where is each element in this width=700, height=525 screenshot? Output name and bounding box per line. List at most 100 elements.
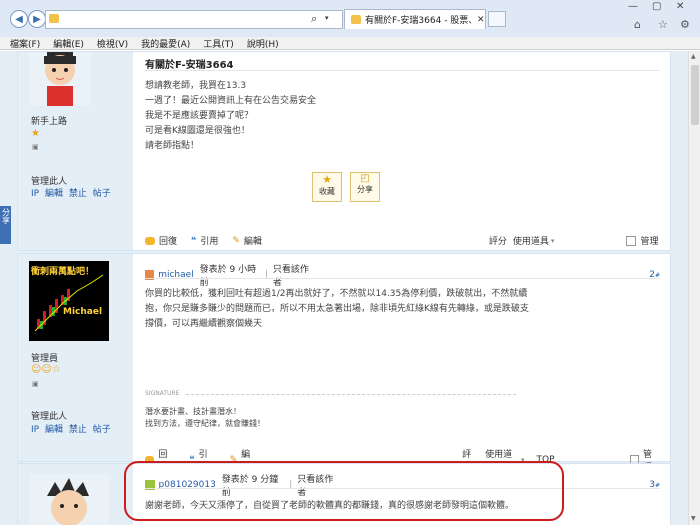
quote-link[interactable]: 引用 bbox=[200, 234, 218, 247]
post-2-header: michael 發表於 9 小時前 | 只看該作者 2 # bbox=[145, 262, 660, 288]
avatar: 衝刺兩萬點吧！ Michael bbox=[29, 261, 109, 341]
manage-ban-link[interactable]: 禁止 bbox=[69, 189, 87, 199]
avatar-caption: 衝刺兩萬點吧！ bbox=[31, 267, 95, 277]
post-1: 新手上路 ★ ▣ 管理此人 IP 編輯 禁止 帖子 有關於F-安瑞3664 想請… bbox=[17, 51, 671, 251]
manage-links: IP 編輯 禁止 帖子 bbox=[31, 186, 111, 199]
vertical-scrollbar[interactable]: ▲ ▼ bbox=[688, 51, 700, 525]
search-icon[interactable]: ⌕ bbox=[311, 12, 317, 26]
avatar-cartoon-icon bbox=[47, 478, 89, 525]
signature-line: 找到方法，遵守紀律，就會賺錢！ bbox=[145, 419, 265, 428]
post-2: 衝刺兩萬點吧！ Michael 管理員 ☺☺☆ ▣ 管理此人 IP 編輯 禁止 … bbox=[17, 253, 671, 473]
share-side-tab[interactable]: 分享 bbox=[0, 206, 11, 244]
manage-ip-link[interactable]: IP bbox=[31, 425, 39, 435]
post-1-line: 可是看K線圖還是很強也！ bbox=[145, 126, 250, 136]
manage-links: IP 編輯 禁止 帖子 bbox=[31, 422, 111, 435]
new-tab-button[interactable] bbox=[488, 11, 506, 27]
tools-link[interactable]: 使用道具 bbox=[513, 234, 549, 247]
menu-bar: 檔案(F) 編輯(E) 檢視(V) 我的最愛(A) 工具(T) 說明(H) bbox=[0, 37, 700, 50]
share-button[interactable]: ◰ 分享 bbox=[350, 172, 380, 202]
collect-star-icon: ★ bbox=[322, 173, 332, 186]
star-icon: ★ bbox=[31, 128, 40, 139]
signature-line: 潛水要計畫、技計畫潛水！ bbox=[145, 407, 241, 416]
menu-edit[interactable]: 編輯(E) bbox=[53, 37, 84, 50]
gear-icon[interactable]: ⚙ bbox=[680, 18, 690, 31]
post-1-body: 想請教老師，我買在13.3 一週了！最近公開資訊上有在公告交易安全 我是不是應該… bbox=[145, 79, 660, 154]
back-button[interactable]: ◀ bbox=[10, 10, 28, 28]
address-bar[interactable]: ⌕ ▾ bbox=[45, 10, 343, 29]
edit-pencil-icon: ✎ bbox=[232, 235, 240, 246]
post-1-line: 想請教老師，我買在13.3 bbox=[145, 81, 247, 91]
thread-title: 有關於F-安瑞3664 bbox=[145, 60, 234, 71]
favorites-star-icon[interactable]: ☆ bbox=[658, 18, 668, 31]
browser-toolbar: ◀ ▶ ⌕ ▾ 有關於F-安瑞3664 - 股票、... ✕ — ▢ ✕ ⌂ ☆… bbox=[0, 0, 700, 38]
menu-help[interactable]: 說明(H) bbox=[247, 37, 279, 50]
collect-button[interactable]: ★ 收藏 bbox=[312, 172, 342, 202]
admin-label: 管理 bbox=[640, 237, 659, 247]
dropdown-icon[interactable]: ▾ bbox=[325, 14, 329, 22]
manage-user-label: 管理此人 bbox=[31, 412, 68, 422]
highlight-annotation bbox=[124, 461, 564, 521]
share-label: 分享 bbox=[357, 185, 373, 194]
scroll-thumb[interactable] bbox=[691, 65, 699, 125]
post-2-line: 抱，你只是賺多賺少的問題而已，所以不用太急著出場，除非頃先紅綠K線有先轉綠，或是… bbox=[145, 304, 529, 314]
site-favicon-icon bbox=[49, 14, 59, 23]
close-window-button[interactable]: ✕ bbox=[676, 1, 684, 12]
divider bbox=[145, 70, 660, 71]
only-author-link[interactable]: 只看該作者 bbox=[273, 262, 314, 288]
divider bbox=[145, 278, 660, 279]
manage-ban-link[interactable]: 禁止 bbox=[69, 425, 87, 435]
scroll-up-icon[interactable]: ▲ bbox=[691, 53, 696, 60]
post-1-actions: 回復 ❝ 引用 ✎ 編輯 評分 使用道具 ▾ 管理 bbox=[145, 234, 660, 247]
share-icon: ◰ bbox=[360, 173, 370, 184]
tab-title: 有關於F-安瑞3664 - 股票、... bbox=[365, 16, 473, 26]
post-2-author-panel: 衝刺兩萬點吧！ Michael 管理員 ☺☺☆ ▣ 管理此人 IP 編輯 禁止 … bbox=[18, 254, 133, 461]
tab-close-icon[interactable]: ✕ bbox=[477, 15, 485, 25]
manage-edit-link[interactable]: 編輯 bbox=[45, 189, 63, 199]
signature-divider bbox=[186, 394, 516, 395]
collect-label: 收藏 bbox=[319, 187, 335, 196]
forward-button[interactable]: ▶ bbox=[28, 10, 46, 28]
post-1-line: 請老師指點！ bbox=[145, 141, 200, 151]
page-content: 分享 新手上路 ★ ▣ 管理此人 IP 編輯 禁止 帖子 有關於F-安瑞3664… bbox=[0, 51, 688, 525]
tab-current[interactable]: 有關於F-安瑞3664 - 股票、... ✕ bbox=[344, 9, 486, 29]
medal-icon: ▣ bbox=[32, 380, 39, 388]
medal-icon: ▣ bbox=[32, 143, 39, 151]
reply-icon bbox=[145, 236, 155, 245]
post-2-body: 你買的比較低，獲利回吐有超過1/2再出就好了，不然就以14.35為停利價，跌破就… bbox=[145, 287, 663, 332]
avatar bbox=[29, 52, 91, 106]
signature-label: SIGNATURE bbox=[145, 390, 180, 397]
moderator-badges-icon: ☺☺☆ bbox=[31, 364, 61, 375]
maximize-button[interactable]: ▢ bbox=[652, 1, 661, 12]
admin-checkbox[interactable] bbox=[626, 235, 637, 246]
user-rank: 新手上路 bbox=[31, 117, 68, 127]
post-3-author-panel bbox=[18, 464, 133, 525]
post-1-line: 一週了！最近公開資訊上有在公告交易安全 bbox=[145, 96, 317, 106]
manage-posts-link[interactable]: 帖子 bbox=[93, 425, 111, 435]
avatar bbox=[29, 474, 109, 525]
tab-favicon-icon bbox=[351, 15, 361, 24]
avatar-signature: Michael bbox=[63, 307, 103, 317]
manage-edit-link[interactable]: 編輯 bbox=[45, 425, 63, 435]
home-icon[interactable]: ⌂ bbox=[634, 18, 641, 31]
post-2-line: 撐價，可以再繼續觀察個幾天 bbox=[145, 319, 263, 329]
edit-link[interactable]: 編輯 bbox=[244, 234, 262, 247]
menu-view[interactable]: 檢視(V) bbox=[97, 37, 128, 50]
menu-file[interactable]: 檔案(F) bbox=[10, 37, 40, 50]
post-2-line: 你買的比較低，獲利回吐有超過1/2再出就好了，不然就以14.35為停利價，跌破就… bbox=[145, 289, 528, 299]
reply-link[interactable]: 回復 bbox=[159, 234, 177, 247]
menu-favorites[interactable]: 我的最愛(A) bbox=[141, 37, 190, 50]
menu-tools[interactable]: 工具(T) bbox=[203, 37, 234, 50]
chevron-down-icon: ▾ bbox=[550, 236, 555, 245]
manage-posts-link[interactable]: 帖子 bbox=[93, 189, 111, 199]
post-1-line: 我是不是應該要賣掉了呢？ bbox=[145, 111, 254, 121]
quote-icon: ❝ bbox=[191, 235, 197, 246]
side-tab-label: 分享 bbox=[1, 208, 11, 224]
scroll-down-icon[interactable]: ▼ bbox=[691, 515, 696, 522]
user-rank: 管理員 bbox=[31, 354, 59, 364]
post-time: 發表於 9 小時前 bbox=[199, 265, 257, 288]
minimize-button[interactable]: — bbox=[628, 1, 638, 12]
avatar-cartoon-icon bbox=[44, 52, 76, 106]
manage-ip-link[interactable]: IP bbox=[31, 189, 39, 199]
signature-text: 潛水要計畫、技計畫潛水！ 找到方法，遵守紀律，就會賺錢！ bbox=[145, 406, 265, 430]
rate-link[interactable]: 評分 bbox=[489, 234, 507, 247]
